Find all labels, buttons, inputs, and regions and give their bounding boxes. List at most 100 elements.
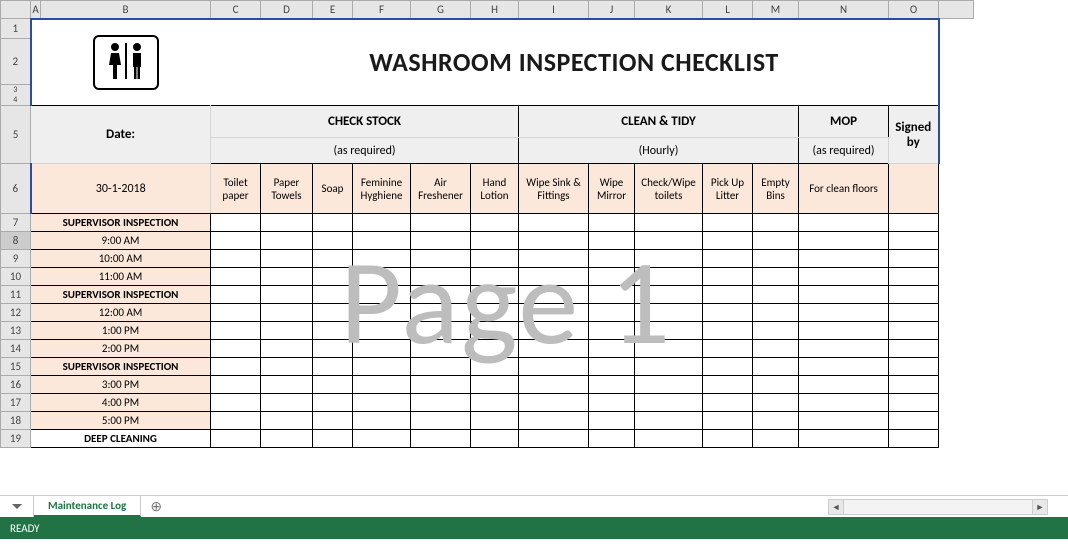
- checklist-cell[interactable]: [753, 232, 799, 250]
- checklist-cell[interactable]: [261, 358, 313, 376]
- checklist-cell[interactable]: [471, 376, 519, 394]
- spreadsheet-grid[interactable]: A B C D E F G H I J K L M N O 1: [0, 0, 974, 448]
- checklist-cell[interactable]: [889, 304, 939, 322]
- checklist-cell[interactable]: [703, 322, 753, 340]
- checklist-cell[interactable]: [313, 358, 353, 376]
- checklist-cell[interactable]: [313, 322, 353, 340]
- checklist-cell[interactable]: [353, 322, 411, 340]
- checklist-cell[interactable]: [313, 304, 353, 322]
- checklist-cell[interactable]: [471, 214, 519, 232]
- checklist-cell[interactable]: [635, 286, 703, 304]
- checklist-cell[interactable]: [471, 340, 519, 358]
- checklist-cell[interactable]: [313, 430, 353, 448]
- checklist-cell[interactable]: [519, 340, 589, 358]
- checklist-cell[interactable]: [799, 376, 889, 394]
- checklist-cell[interactable]: [703, 232, 753, 250]
- checklist-cell[interactable]: [211, 286, 261, 304]
- checklist-cell[interactable]: [313, 286, 353, 304]
- row-header[interactable]: 6: [1, 164, 31, 214]
- checklist-cell[interactable]: [799, 430, 889, 448]
- row-header[interactable]: 14: [1, 340, 31, 358]
- checklist-cell[interactable]: [799, 214, 889, 232]
- checklist-cell[interactable]: [589, 394, 635, 412]
- checklist-cell[interactable]: [211, 376, 261, 394]
- sheet-tab-maintenance-log[interactable]: Maintenance Log: [34, 496, 141, 517]
- checklist-cell[interactable]: [471, 322, 519, 340]
- checklist-cell[interactable]: [411, 232, 471, 250]
- checklist-cell[interactable]: [889, 394, 939, 412]
- horizontal-scrollbar[interactable]: ◄ ►: [828, 497, 1048, 517]
- checklist-cell[interactable]: [589, 268, 635, 286]
- checklist-cell[interactable]: [889, 358, 939, 376]
- checklist-cell[interactable]: [589, 340, 635, 358]
- checklist-cell[interactable]: [799, 340, 889, 358]
- checklist-cell[interactable]: [519, 214, 589, 232]
- checklist-cell[interactable]: [889, 286, 939, 304]
- checklist-cell[interactable]: [261, 412, 313, 430]
- checklist-cell[interactable]: [703, 376, 753, 394]
- checklist-cell[interactable]: [589, 304, 635, 322]
- row-header[interactable]: 2: [1, 39, 31, 85]
- checklist-cell[interactable]: [313, 268, 353, 286]
- checklist-cell[interactable]: [261, 268, 313, 286]
- checklist-cell[interactable]: [703, 394, 753, 412]
- checklist-cell[interactable]: [889, 214, 939, 232]
- checklist-cell[interactable]: [313, 412, 353, 430]
- checklist-cell[interactable]: [519, 232, 589, 250]
- checklist-cell[interactable]: [703, 430, 753, 448]
- checklist-cell[interactable]: [471, 250, 519, 268]
- checklist-cell[interactable]: [411, 304, 471, 322]
- checklist-cell[interactable]: [313, 394, 353, 412]
- checklist-cell[interactable]: [211, 430, 261, 448]
- checklist-cell[interactable]: [353, 430, 411, 448]
- checklist-cell[interactable]: [703, 358, 753, 376]
- col-header[interactable]: L: [703, 1, 753, 19]
- checklist-cell[interactable]: [471, 286, 519, 304]
- checklist-cell[interactable]: [353, 412, 411, 430]
- checklist-cell[interactable]: [313, 376, 353, 394]
- checklist-cell[interactable]: [519, 304, 589, 322]
- checklist-cell[interactable]: [635, 232, 703, 250]
- checklist-cell[interactable]: [753, 268, 799, 286]
- checklist-cell[interactable]: [635, 214, 703, 232]
- checklist-cell[interactable]: [519, 268, 589, 286]
- checklist-cell[interactable]: [313, 250, 353, 268]
- row-header[interactable]: 9: [1, 250, 31, 268]
- checklist-cell[interactable]: [353, 394, 411, 412]
- checklist-cell[interactable]: [589, 376, 635, 394]
- checklist-cell[interactable]: [889, 268, 939, 286]
- checklist-cell[interactable]: [261, 430, 313, 448]
- row-header[interactable]: 34: [1, 85, 31, 106]
- tab-nav-button[interactable]: [0, 496, 34, 517]
- col-header[interactable]: E: [313, 1, 353, 19]
- checklist-cell[interactable]: [889, 412, 939, 430]
- checklist-cell[interactable]: [211, 268, 261, 286]
- checklist-cell[interactable]: [261, 394, 313, 412]
- checklist-cell[interactable]: [471, 394, 519, 412]
- col-header[interactable]: K: [635, 1, 703, 19]
- checklist-cell[interactable]: [799, 250, 889, 268]
- checklist-cell[interactable]: [635, 394, 703, 412]
- checklist-cell[interactable]: [261, 340, 313, 358]
- checklist-cell[interactable]: [589, 214, 635, 232]
- checklist-cell[interactable]: [411, 376, 471, 394]
- checklist-cell[interactable]: [411, 214, 471, 232]
- checklist-cell[interactable]: [519, 376, 589, 394]
- checklist-cell[interactable]: [635, 430, 703, 448]
- checklist-cell[interactable]: [753, 214, 799, 232]
- row-header[interactable]: 5: [1, 106, 31, 164]
- checklist-cell[interactable]: [211, 340, 261, 358]
- col-header[interactable]: J: [589, 1, 635, 19]
- checklist-cell[interactable]: [261, 304, 313, 322]
- col-header[interactable]: F: [353, 1, 411, 19]
- row-header[interactable]: 8: [1, 232, 31, 250]
- checklist-cell[interactable]: [635, 358, 703, 376]
- checklist-cell[interactable]: [589, 286, 635, 304]
- checklist-cell[interactable]: [411, 286, 471, 304]
- checklist-cell[interactable]: [313, 340, 353, 358]
- checklist-cell[interactable]: [353, 376, 411, 394]
- checklist-cell[interactable]: [635, 250, 703, 268]
- checklist-cell[interactable]: [703, 304, 753, 322]
- row-header[interactable]: 1: [1, 19, 31, 39]
- checklist-cell[interactable]: [471, 268, 519, 286]
